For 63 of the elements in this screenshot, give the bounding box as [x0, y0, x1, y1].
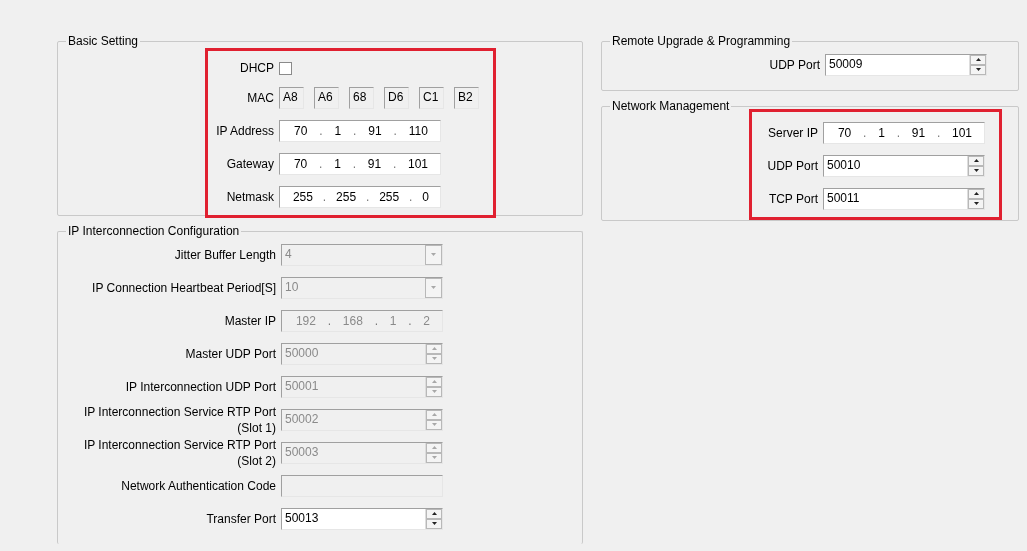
spin-field[interactable]: 50009	[825, 53, 987, 76]
down-arrow-icon	[975, 68, 981, 72]
field-label: IP Interconnection Service RTP Port (Slot 1)	[82, 403, 276, 437]
ip-address-field[interactable]: 70 . 1 . 91 . 110	[279, 119, 441, 142]
spin-up-button[interactable]	[968, 188, 984, 199]
mac-octet-field: 68	[349, 86, 374, 109]
up-arrow-icon	[431, 380, 437, 384]
down-arrow-icon	[431, 357, 437, 361]
field-label: Master IP	[223, 312, 276, 329]
ip-address-field[interactable]: 70 . 1 . 91 . 101	[823, 121, 985, 144]
mac-octet-field: A8	[279, 86, 304, 109]
mac-octet-field: B2	[454, 86, 479, 109]
down-arrow-icon	[431, 456, 437, 460]
field-label: DHCP	[239, 60, 274, 77]
up-arrow-icon	[431, 446, 437, 450]
field-label: IP Interconnection UDP Port	[124, 378, 276, 395]
checkbox[interactable]	[279, 61, 292, 75]
field-label: Netmask	[225, 188, 274, 205]
spin-up-button[interactable]	[970, 54, 986, 65]
up-arrow-icon	[431, 413, 437, 417]
spin-field[interactable]: 50010	[823, 154, 985, 177]
up-arrow-icon	[431, 512, 437, 516]
spin-up-button[interactable]	[426, 508, 442, 519]
group-title: Basic Setting	[67, 34, 140, 49]
field-label: Jitter Buffer Length	[173, 246, 276, 263]
mac-octet-field: A6	[314, 86, 339, 109]
field-label: Transfer Port	[205, 510, 276, 527]
ip-address-field[interactable]: 70 . 1 . 91 . 101	[279, 152, 441, 175]
down-arrow-icon	[431, 253, 436, 257]
down-arrow-icon	[431, 390, 437, 394]
group-title: Network Management	[611, 99, 731, 114]
group-title: Remote Upgrade & Programming	[611, 34, 792, 49]
ip-address-field[interactable]: 255 . 255 . 255 . 0	[279, 185, 441, 208]
group-title: IP Interconnection Configuration	[67, 224, 241, 239]
spin-field[interactable]: 50013	[281, 507, 443, 530]
down-arrow-icon	[973, 202, 979, 206]
up-arrow-icon	[975, 58, 981, 62]
mac-octet-field: D6	[384, 86, 409, 109]
spin-down-button[interactable]	[970, 64, 986, 75]
field-label: Server IP	[767, 124, 818, 141]
up-arrow-icon	[431, 347, 437, 351]
field-label: IP Connection Heartbeat Period[S]	[91, 279, 276, 296]
spin-up-button[interactable]	[968, 155, 984, 166]
down-arrow-icon	[431, 286, 436, 290]
field-label: MAC	[246, 89, 274, 106]
field-label: Gateway	[225, 155, 274, 172]
spin-down-button[interactable]	[426, 518, 442, 529]
field-label: Network Authentication Code	[120, 477, 276, 494]
spin-field[interactable]: 50011	[823, 187, 985, 210]
mac-octet-field: C1	[419, 86, 444, 109]
down-arrow-icon	[431, 423, 437, 427]
down-arrow-icon	[973, 169, 979, 173]
spin-down-button[interactable]	[968, 198, 984, 209]
field-label: IP Address	[215, 122, 274, 139]
field-label: UDP Port	[768, 56, 820, 73]
up-arrow-icon	[973, 159, 979, 163]
down-arrow-icon	[431, 522, 437, 526]
field-label: IP Interconnection Service RTP Port (Slot 2)	[82, 436, 276, 470]
up-arrow-icon	[973, 192, 979, 196]
spin-down-button[interactable]	[968, 165, 984, 176]
field-label: Master UDP Port	[184, 345, 276, 362]
field-label: TCP Port	[767, 190, 818, 207]
field-label: UDP Port	[766, 157, 818, 174]
